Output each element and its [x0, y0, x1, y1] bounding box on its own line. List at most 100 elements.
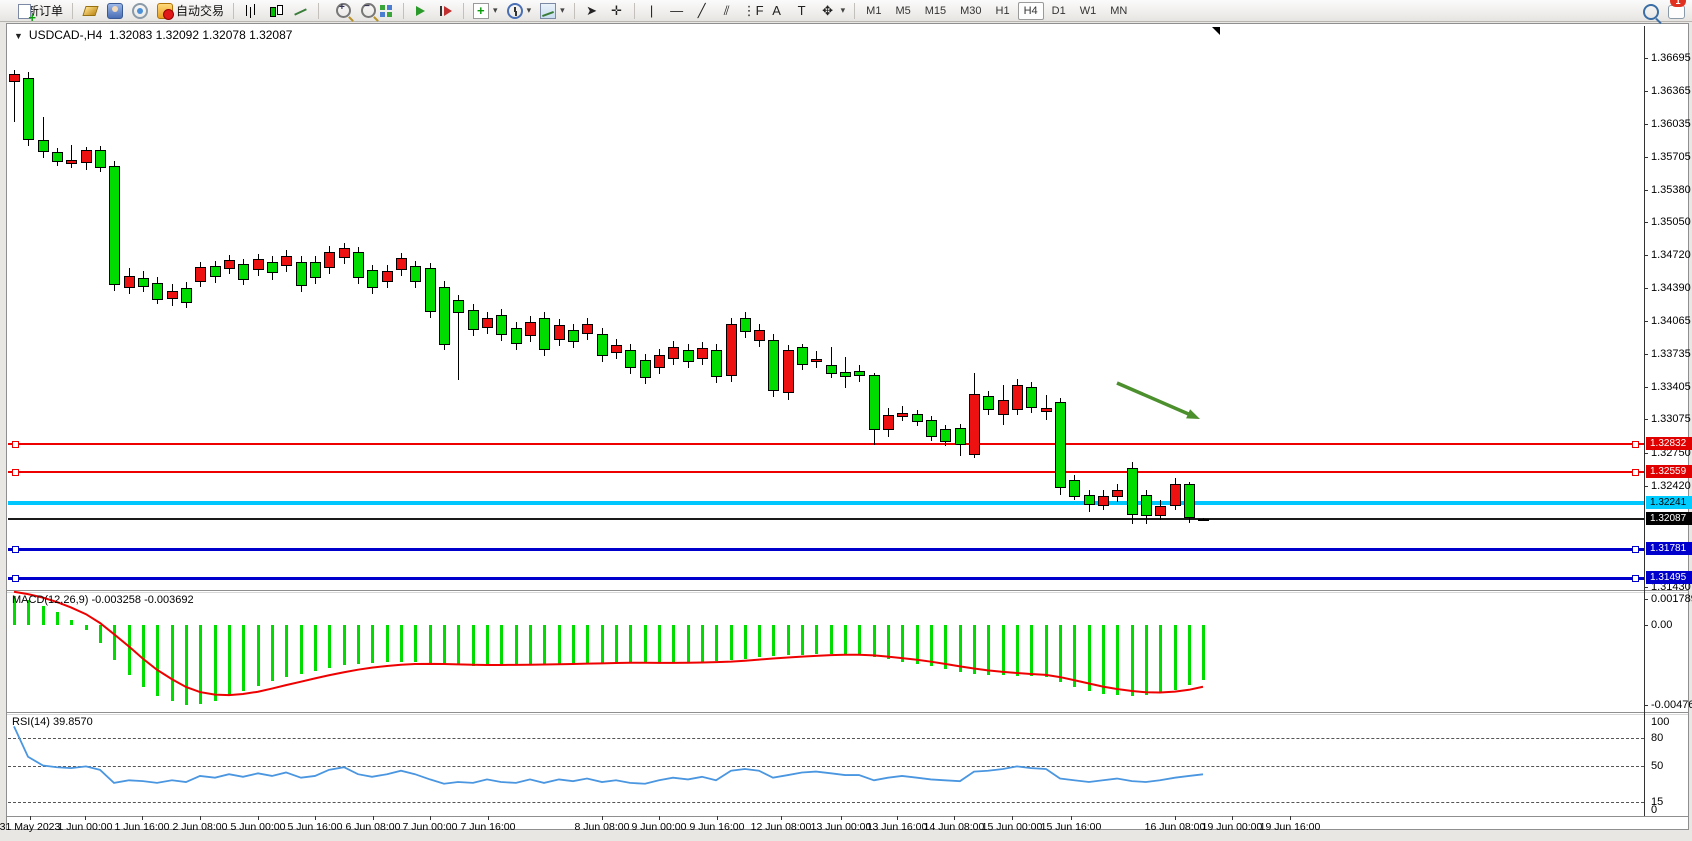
- resistance-line-lower[interactable]: [8, 471, 1644, 473]
- zoom-in-button[interactable]: [324, 1, 348, 21]
- candle-body: [1026, 387, 1037, 408]
- rsi-axis-label: 100: [1651, 716, 1669, 728]
- price-badge: 1.32832: [1646, 437, 1692, 450]
- trendline-tool-button[interactable]: ╱: [690, 1, 714, 21]
- price-axis-tick: [1644, 58, 1648, 59]
- auto-trading-button[interactable]: 自动交易: [153, 1, 228, 21]
- macd-histogram-bar: [772, 625, 775, 656]
- profile-button[interactable]: [103, 1, 127, 21]
- candle-body: [367, 270, 378, 288]
- price-axis-line: [1644, 26, 1645, 816]
- bar-chart-button[interactable]: [239, 1, 263, 21]
- candlestick-chart-button[interactable]: [264, 1, 288, 21]
- periods-button[interactable]: ▾: [503, 1, 536, 21]
- horizontal-line-icon: —: [669, 3, 685, 18]
- new-order-button[interactable]: 新订单: [4, 1, 67, 21]
- macd-histogram-bar: [1073, 625, 1076, 687]
- line-anchor[interactable]: [1632, 469, 1639, 476]
- templates-button[interactable]: ▾: [536, 1, 569, 21]
- text-tool-button[interactable]: A: [765, 1, 789, 21]
- macd-axis-label: 0.00: [1651, 619, 1672, 631]
- macd-histogram-bar: [787, 625, 790, 655]
- line-chart-button[interactable]: [289, 1, 313, 21]
- line-anchor[interactable]: [12, 546, 19, 553]
- notification-badge: 1: [1670, 0, 1686, 7]
- crosshair-tool-button[interactable]: ✛: [605, 1, 629, 21]
- search-button[interactable]: [1631, 1, 1655, 21]
- signals-button[interactable]: [128, 1, 152, 21]
- price-axis-tick: [1644, 190, 1648, 191]
- macd-histogram-bar: [228, 625, 231, 696]
- macd-histogram-bar: [156, 625, 159, 696]
- support-line-blue-1[interactable]: [8, 548, 1644, 551]
- cursor-tool-button[interactable]: ➤: [580, 1, 604, 21]
- timeframe-W1[interactable]: W1: [1074, 2, 1103, 20]
- fibonacci-tool-button[interactable]: ⋮F: [740, 1, 764, 21]
- fibonacci-icon: ⋮F: [743, 3, 761, 19]
- timeframe-M15[interactable]: M15: [919, 2, 952, 20]
- line-anchor[interactable]: [12, 575, 19, 582]
- macd-histogram-bar: [1102, 625, 1105, 694]
- candle-body: [296, 262, 307, 286]
- time-axis-tick: [258, 816, 259, 820]
- zoom-in-icon: [336, 3, 351, 18]
- candle-body: [969, 394, 980, 455]
- rsi-level-line: [8, 738, 1644, 739]
- time-axis-label: 19 Jun 16:00: [1250, 821, 1330, 833]
- collapse-triangle-icon[interactable]: ▼: [14, 31, 23, 41]
- tile-windows-button[interactable]: [374, 1, 398, 21]
- time-axis-tick: [1175, 816, 1176, 820]
- candle-body: [1012, 385, 1023, 410]
- bid-price-line[interactable]: [8, 518, 1644, 520]
- price-axis-tick: [1644, 419, 1648, 420]
- time-axis-tick: [430, 816, 431, 820]
- support-line-cyan[interactable]: [8, 501, 1644, 505]
- chart-canvas[interactable]: 1.366951.363651.360351.357051.353801.350…: [0, 0, 1692, 841]
- arrows-tool-button[interactable]: ✥▾: [815, 1, 850, 21]
- price-axis-tick: [1644, 91, 1648, 92]
- channel-tool-button[interactable]: ⫽: [715, 1, 739, 21]
- timeframe-H4[interactable]: H4: [1018, 2, 1044, 20]
- chart-shift-marker-icon[interactable]: [1212, 27, 1220, 35]
- candle-body: [410, 266, 421, 282]
- candle-body: [854, 371, 865, 376]
- horizontal-line-tool-button[interactable]: —: [665, 1, 689, 21]
- line-anchor[interactable]: [1632, 546, 1639, 553]
- line-anchor[interactable]: [12, 441, 19, 448]
- macd-histogram-bar: [873, 625, 876, 657]
- trend-arrow-line: [1117, 383, 1194, 417]
- candle-body: [81, 150, 92, 163]
- chart-shift-button[interactable]: [434, 1, 458, 21]
- resistance-line-upper[interactable]: [8, 443, 1644, 445]
- indicators-button[interactable]: ▾: [469, 1, 502, 21]
- timeframe-D1[interactable]: D1: [1046, 2, 1072, 20]
- macd-histogram-bar: [887, 625, 890, 659]
- time-axis-tick: [841, 816, 842, 820]
- timeframe-M5[interactable]: M5: [889, 2, 916, 20]
- timeframe-M30[interactable]: M30: [954, 2, 987, 20]
- rsi-level-line: [8, 802, 1644, 803]
- text-label-tool-button[interactable]: T: [790, 1, 814, 21]
- macd-histogram-bar: [271, 625, 274, 681]
- macd-histogram-bar: [629, 625, 632, 662]
- profile-icon: [107, 3, 123, 19]
- timeframe-M1[interactable]: M1: [860, 2, 887, 20]
- market-watch-button[interactable]: [78, 1, 102, 21]
- candle-body: [912, 414, 923, 422]
- timeframe-H1[interactable]: H1: [990, 2, 1016, 20]
- line-anchor[interactable]: [1632, 575, 1639, 582]
- chat-button[interactable]: 1: [1656, 1, 1680, 21]
- zoom-out-button[interactable]: [349, 1, 373, 21]
- vertical-line-tool-button[interactable]: |: [640, 1, 664, 21]
- chevron-down-icon: ▾: [841, 5, 846, 16]
- auto-scroll-button[interactable]: [409, 1, 433, 21]
- timeframe-MN[interactable]: MN: [1104, 2, 1133, 20]
- line-anchor[interactable]: [12, 469, 19, 476]
- support-line-blue-2[interactable]: [8, 577, 1644, 580]
- toolbar-separator: [634, 3, 635, 19]
- time-axis-tick: [1232, 816, 1233, 820]
- macd-histogram-bar: [815, 625, 818, 654]
- line-anchor[interactable]: [1632, 441, 1639, 448]
- macd-histogram-bar: [730, 625, 733, 660]
- macd-histogram-bar: [529, 625, 532, 664]
